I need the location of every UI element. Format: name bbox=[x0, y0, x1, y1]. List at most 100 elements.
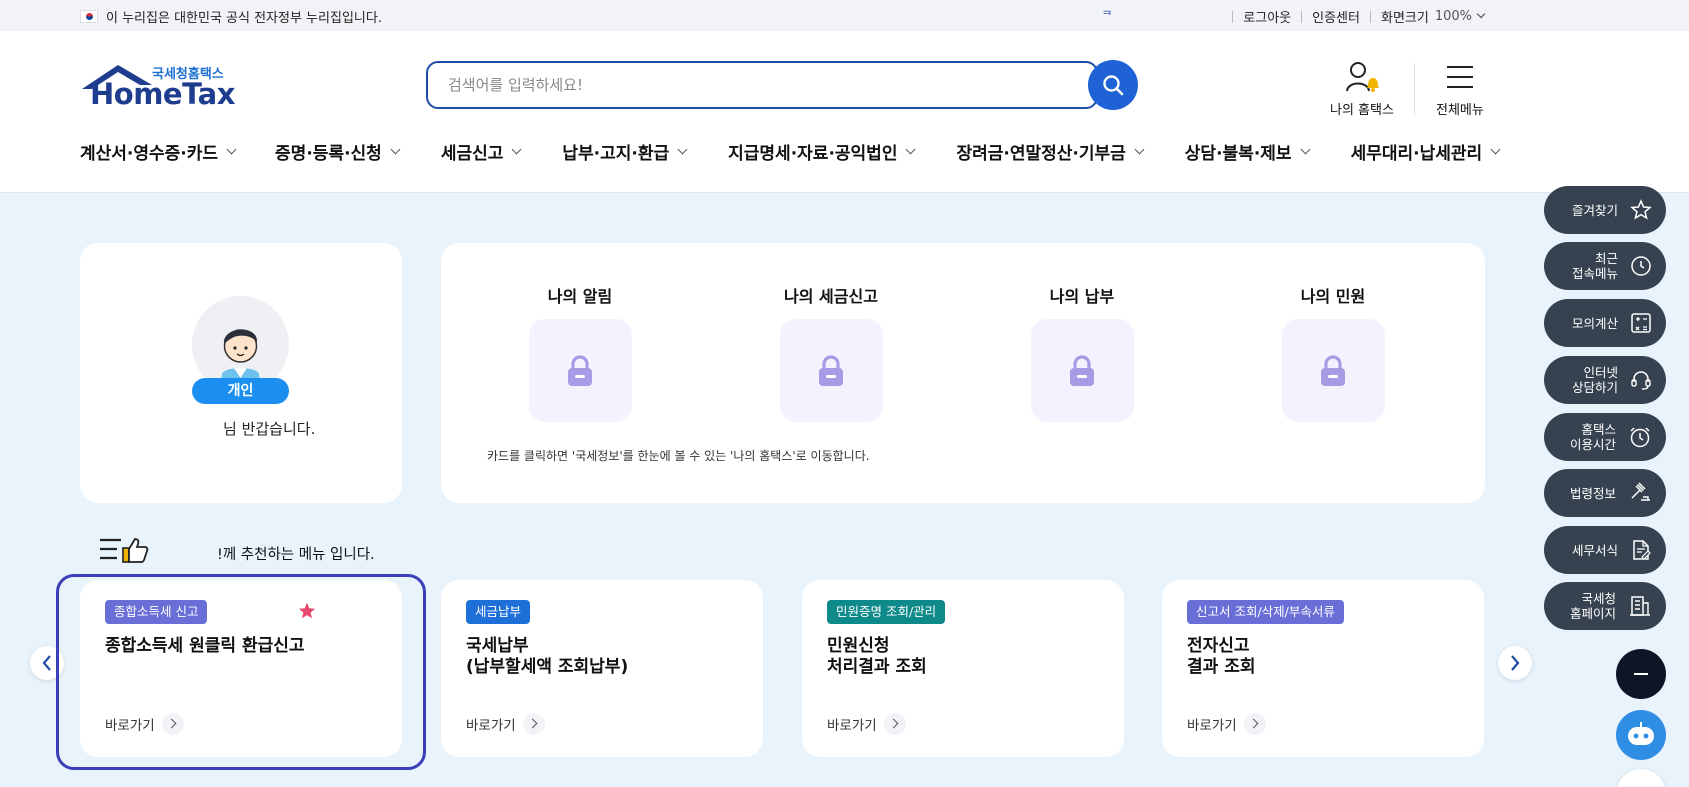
scroll-top-button[interactable] bbox=[1616, 769, 1666, 787]
chevron-down-icon bbox=[1300, 144, 1311, 155]
shortcut-label: 바로가기 bbox=[1187, 718, 1237, 734]
divider bbox=[1414, 63, 1415, 115]
service-tag: 민원증명 조회/관리 bbox=[827, 600, 946, 624]
user-bell-icon bbox=[1345, 62, 1379, 92]
chevron-down-icon bbox=[906, 144, 916, 155]
chatbot-icon bbox=[1628, 722, 1654, 745]
search-icon bbox=[1103, 75, 1124, 96]
document-icon bbox=[1633, 540, 1651, 560]
search-input[interactable] bbox=[428, 63, 1008, 107]
divider bbox=[1232, 10, 1234, 23]
all-menu-button[interactable]: 전체메뉴 bbox=[1436, 59, 1484, 118]
quick-label: 세무서식 bbox=[1571, 542, 1618, 558]
calculator-icon bbox=[1631, 313, 1651, 333]
lock-icon bbox=[819, 354, 843, 386]
quick-label: 최근 접속메뉴 bbox=[1571, 251, 1618, 281]
nav-item-label: 지급명세·자료·공익법인 bbox=[728, 144, 898, 164]
quick-law-info-button[interactable]: 법령정보 bbox=[1544, 469, 1666, 517]
quick-nts-homepage-button[interactable]: 국세청 홈페이지 bbox=[1544, 582, 1666, 630]
nav-item-invoice[interactable]: 계산서·영수증·카드 bbox=[80, 139, 237, 164]
cert-center-link[interactable]: 인증센터 bbox=[1312, 7, 1360, 26]
tile-title: 나의 민원 bbox=[1300, 287, 1366, 306]
nav-item-label: 증명·등록·신청 bbox=[275, 144, 382, 164]
nav-item-consult[interactable]: 상담·불복·제보 bbox=[1184, 139, 1311, 164]
collapse-quick-menu-button[interactable] bbox=[1616, 649, 1666, 699]
chevron-right-icon bbox=[1511, 655, 1520, 671]
star-icon bbox=[1630, 199, 1652, 220]
chevron-down-icon bbox=[390, 144, 401, 155]
chevron-down-icon bbox=[677, 144, 688, 155]
logout-link[interactable]: 로그아웃 bbox=[1243, 7, 1291, 26]
chatbot-button[interactable] bbox=[1616, 710, 1666, 760]
quick-online-consult-button[interactable]: 인터넷 상담하기 bbox=[1544, 356, 1666, 404]
gov-notice: 이 누리집은 대한민국 공식 전자정부 누리집입니다. bbox=[80, 7, 382, 26]
shortcut-label: 바로가기 bbox=[827, 718, 877, 734]
nav-item-tax-filing[interactable]: 세금신고 bbox=[441, 139, 522, 164]
quick-simulator-button[interactable]: 모의계산 bbox=[1544, 299, 1666, 347]
zoom-control[interactable]: 화면크기 100% bbox=[1380, 7, 1486, 26]
all-menu-label: 전체메뉴 bbox=[1436, 103, 1484, 118]
service-card-tax-payment[interactable]: 세금납부 국세납부 (납부할세액 조회납부) 바로가기 bbox=[441, 580, 763, 757]
chevron-right-icon bbox=[1243, 713, 1266, 735]
service-card-civil-result[interactable]: 민원증명 조회/관리 민원신청 처리결과 조회 바로가기 bbox=[802, 580, 1124, 757]
chevron-left-icon bbox=[42, 655, 51, 671]
shortcut-link[interactable]: 바로가기 bbox=[827, 713, 906, 735]
greeting-text: 님 반갑습니다. bbox=[223, 420, 316, 438]
recommend-header bbox=[99, 536, 149, 564]
recommend-text: !께 추천하는 메뉴 입니다. bbox=[217, 547, 375, 563]
quick-favorites-button[interactable]: 즐겨찾기 bbox=[1544, 186, 1666, 234]
tile-box bbox=[1030, 319, 1134, 422]
quick-service-hours-button[interactable]: 홈택스 이용시간 bbox=[1544, 413, 1666, 461]
hometax-logo[interactable]: 국세청홈택스 HomeTax bbox=[80, 63, 235, 113]
service-title: 전자신고 결과 조회 bbox=[1187, 636, 1256, 677]
quick-label: 홈택스 이용시간 bbox=[1569, 422, 1616, 452]
tile-title: 나의 알림 bbox=[547, 287, 613, 306]
service-card-e-filing-result[interactable]: 신고서 조회/삭제/부속서류 전자신고 결과 조회 바로가기 bbox=[1162, 580, 1484, 757]
nav-item-label: 계산서·영수증·카드 bbox=[80, 144, 219, 164]
quick-label: 법령정보 bbox=[1569, 485, 1616, 501]
tile-title: 나의 납부 bbox=[1049, 287, 1115, 306]
chevron-down-icon bbox=[1490, 144, 1501, 155]
shortcut-label: 바로가기 bbox=[466, 718, 516, 734]
tile-title: 나의 세금신고 bbox=[784, 287, 878, 306]
nav-item-incentive[interactable]: 장려금·연말정산·기부금 bbox=[956, 139, 1145, 164]
logo-title: HomeTax bbox=[90, 77, 235, 111]
quick-label: 즐겨찾기 bbox=[1571, 202, 1618, 218]
nav-item-agent[interactable]: 세무대리·납세관리 bbox=[1350, 139, 1501, 164]
carousel-next-button[interactable] bbox=[1498, 646, 1532, 680]
nav-item-label: 상담·불복·제보 bbox=[1184, 144, 1292, 164]
my-notifications-tile[interactable]: 나의 알림 bbox=[480, 283, 680, 422]
service-tag: 신고서 조회/삭제/부속서류 bbox=[1187, 600, 1344, 624]
headset-icon bbox=[1631, 371, 1651, 390]
nav-item-certificate[interactable]: 증명·등록·신청 bbox=[275, 139, 401, 164]
my-civil-petition-tile[interactable]: 나의 민원 bbox=[1233, 283, 1433, 422]
gov-banner: 이 누리집은 대한민국 공식 전자정부 누리집입니다. ᄏ 로그아웃 인증센터 … bbox=[0, 0, 1689, 31]
shortcut-link[interactable]: 바로가기 bbox=[466, 713, 545, 735]
profile-card: 개인 님 반갑습니다. bbox=[80, 243, 402, 503]
nav-item-statement[interactable]: 지급명세·자료·공익법인 bbox=[728, 139, 916, 164]
service-title: 국세납부 (납부할세액 조회납부) bbox=[466, 636, 629, 677]
search-button[interactable] bbox=[1088, 60, 1138, 110]
building-icon bbox=[1630, 596, 1650, 616]
list-thumbs-up-icon bbox=[100, 538, 149, 563]
site-header: 국세청홈택스 HomeTax 나의 홈택스 bbox=[0, 31, 1689, 193]
tile-box bbox=[528, 319, 632, 422]
my-tax-filing-tile[interactable]: 나의 세금신고 bbox=[731, 283, 931, 422]
quick-label: 국세청 홈페이지 bbox=[1569, 591, 1616, 621]
tile-box bbox=[1281, 319, 1385, 422]
minus-icon bbox=[1634, 673, 1648, 675]
quick-tax-forms-button[interactable]: 세무서식 bbox=[1544, 526, 1666, 574]
alarm-icon bbox=[1630, 427, 1650, 448]
nav-item-label: 납부·고지·환급 bbox=[562, 144, 670, 164]
nav-item-label: 세무대리·납세관리 bbox=[1350, 144, 1483, 164]
my-payment-tile[interactable]: 나의 납부 bbox=[982, 283, 1182, 422]
zoom-label: 화면크기 bbox=[1380, 11, 1429, 26]
shortcut-link[interactable]: 바로가기 bbox=[1187, 713, 1266, 735]
nav-item-payment[interactable]: 납부·고지·환급 bbox=[562, 139, 688, 164]
selection-highlight bbox=[56, 574, 426, 770]
my-hometax-button[interactable]: 나의 홈택스 bbox=[1330, 59, 1394, 118]
chevron-down-icon bbox=[511, 144, 522, 155]
hamburger-icon bbox=[1446, 66, 1473, 88]
tile-box bbox=[779, 319, 883, 422]
quick-recent-menu-button[interactable]: 최근 접속메뉴 bbox=[1544, 242, 1666, 290]
